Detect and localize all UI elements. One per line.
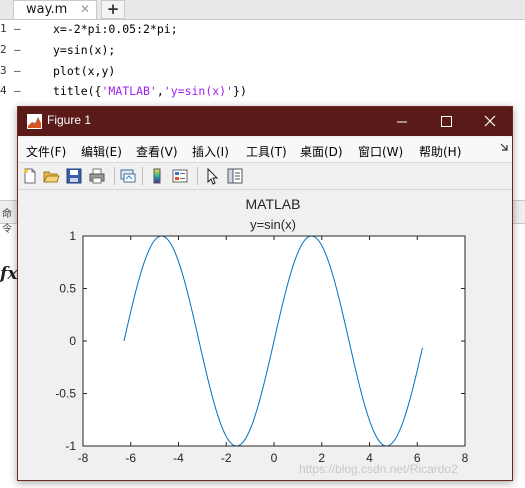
code-text: x=-2*pi:0.05:2*pi; bbox=[53, 22, 178, 36]
insert-colorbar-icon[interactable] bbox=[148, 167, 166, 185]
line-number: 1 bbox=[0, 22, 7, 35]
breakpoint-marker[interactable]: – bbox=[14, 22, 21, 35]
menu-insert[interactable]: 插入(I) bbox=[192, 143, 229, 160]
figure-toolbar bbox=[18, 163, 512, 190]
menu-edit[interactable]: 编辑(E) bbox=[81, 143, 122, 160]
breakpoint-marker[interactable]: – bbox=[14, 43, 21, 56]
x-tick-label: 8 bbox=[462, 451, 469, 465]
code-token: , bbox=[156, 84, 164, 98]
matlab-logo-icon bbox=[27, 114, 42, 133]
line-number: 2 bbox=[0, 43, 7, 56]
command-window-header[interactable]: 命令 bbox=[0, 200, 18, 235]
x-tick-label: -6 bbox=[125, 451, 136, 465]
y-tick-label: 1 bbox=[69, 229, 76, 243]
y-tick-label: 0 bbox=[69, 334, 76, 348]
line-number: 4 bbox=[0, 84, 7, 97]
new-figure-icon[interactable] bbox=[21, 167, 39, 185]
close-button[interactable] bbox=[468, 107, 512, 136]
code-line[interactable]: 3 – plot(x,y) bbox=[0, 62, 525, 82]
breakpoint-marker[interactable]: – bbox=[14, 64, 21, 77]
string-literal: 'y=sin(x)' bbox=[163, 84, 234, 98]
x-tick-label: 0 bbox=[271, 451, 278, 465]
toolbar-separator bbox=[142, 167, 143, 185]
close-icon bbox=[484, 115, 496, 127]
string-literal: 'MATLAB' bbox=[101, 84, 157, 98]
maximize-button[interactable] bbox=[424, 107, 468, 136]
code-line[interactable]: 2 – y=sin(x); bbox=[0, 41, 525, 61]
code-token: }) bbox=[233, 84, 247, 98]
close-tab-icon[interactable]: ✕ bbox=[80, 2, 90, 16]
watermark: https://blog.csdn.net/Ricardo2 bbox=[299, 462, 458, 476]
plot-area[interactable]: MATLAB y=sin(x) -8 -6 -4 -2 0 2 4 6 8 -1 -0.5 0 0.5 1 bbox=[18, 190, 512, 480]
figure-title: Figure 1 bbox=[47, 113, 92, 127]
dock-arrow-icon[interactable] bbox=[499, 142, 509, 155]
chart-title-line1: MATLAB bbox=[246, 196, 301, 212]
toolbar-separator bbox=[197, 167, 198, 185]
code-text: plot(x,y) bbox=[53, 64, 116, 78]
menu-desktop[interactable]: 桌面(D) bbox=[300, 143, 343, 160]
chart-title-line2: y=sin(x) bbox=[250, 217, 296, 232]
property-inspector-icon[interactable] bbox=[226, 167, 244, 185]
menu-help[interactable]: 帮助(H) bbox=[419, 143, 461, 160]
x-tick-label: -2 bbox=[221, 451, 232, 465]
y-tick-label: -1 bbox=[65, 439, 76, 453]
code-text: y=sin(x); bbox=[53, 43, 116, 57]
sine-chart[interactable]: MATLAB y=sin(x) -8 -6 -4 -2 0 2 4 6 8-1-0.500.51 bbox=[18, 190, 512, 480]
maximize-icon bbox=[441, 116, 452, 127]
menu-tools[interactable]: 工具(T) bbox=[246, 143, 287, 160]
toolbar-separator bbox=[114, 167, 115, 185]
menu-window[interactable]: 窗口(W) bbox=[358, 143, 403, 160]
function-browser-icon[interactable]: fx bbox=[0, 264, 17, 284]
tab-way-m[interactable]: way.m ✕ bbox=[13, 0, 97, 19]
x-tick-label: -8 bbox=[78, 451, 89, 465]
editor-tab-bar: way.m ✕ + bbox=[0, 0, 525, 20]
menu-file[interactable]: 文件(F) bbox=[26, 143, 66, 160]
y-tick-label: -0.5 bbox=[55, 387, 76, 401]
new-tab-button[interactable]: + bbox=[101, 0, 125, 19]
x-tick-label: -4 bbox=[173, 451, 184, 465]
link-plot-icon[interactable] bbox=[119, 167, 137, 185]
insert-legend-icon[interactable] bbox=[171, 167, 189, 185]
code-line[interactable]: 1 – x=-2*pi:0.05:2*pi; bbox=[0, 20, 525, 40]
figure-menu-bar: 文件(F) 编辑(E) 查看(V) 插入(I) 工具(T) 桌面(D) 窗口(W… bbox=[18, 137, 512, 163]
figure-window[interactable]: Figure 1 文件(F) 编辑(E) 查看(V) 插入(I) 工具(T) 桌… bbox=[17, 106, 513, 481]
code-token: title({ bbox=[53, 84, 102, 98]
breakpoint-marker[interactable]: – bbox=[14, 84, 21, 97]
print-icon[interactable] bbox=[88, 167, 106, 185]
line-number: 3 bbox=[0, 64, 7, 77]
save-icon[interactable] bbox=[65, 167, 83, 185]
select-arrow-icon[interactable] bbox=[203, 167, 221, 185]
menu-view[interactable]: 查看(V) bbox=[136, 143, 178, 160]
open-file-icon[interactable] bbox=[42, 167, 60, 185]
code-text: title({'MATLAB','y=sin(x)'}) bbox=[53, 84, 247, 98]
command-window-label: 命令 bbox=[2, 209, 12, 235]
minimize-icon bbox=[397, 121, 407, 123]
tab-label: way.m bbox=[26, 2, 68, 17]
y-tick-label: 0.5 bbox=[59, 282, 76, 296]
minimize-button[interactable] bbox=[380, 107, 424, 136]
code-line[interactable]: 4 – title({'MATLAB','y=sin(x)'}) bbox=[0, 82, 525, 102]
figure-title-bar[interactable]: Figure 1 bbox=[18, 107, 512, 136]
